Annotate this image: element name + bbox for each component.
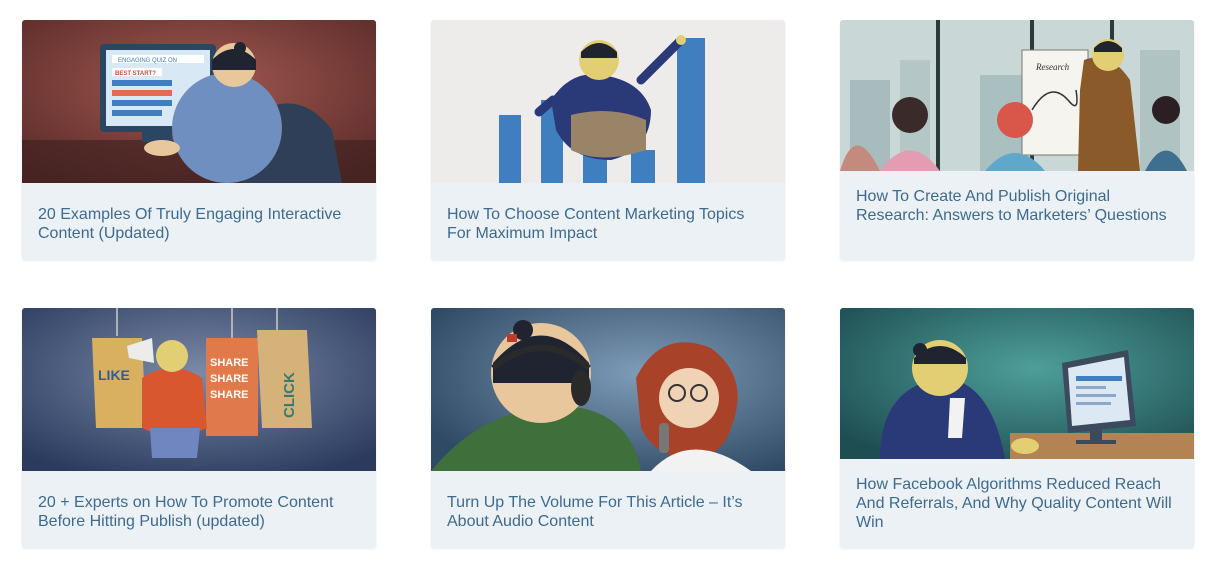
- article-title[interactable]: How Facebook Algorithms Reduced Reach An…: [856, 475, 1180, 532]
- article-thumbnail-person-at-computer[interactable]: ENGAGING QUIZ ON BEST START?: [22, 20, 376, 183]
- article-title[interactable]: 20 + Experts on How To Promote Content B…: [38, 493, 362, 531]
- screen-text-1: ENGAGING QUIZ ON: [118, 58, 177, 64]
- article-card-1[interactable]: ENGAGING QUIZ ON BEST START? 20 Examples…: [22, 20, 376, 260]
- podcast-interview-illustration: [431, 308, 785, 471]
- megaphone-share-tags-illustration: LIKE SHARE SHARE SHARE CLICK: [22, 308, 376, 471]
- tag-like: LIKE: [98, 367, 130, 383]
- article-thumbnail-bar-chart[interactable]: [431, 20, 785, 183]
- tag-share-3: SHARE: [210, 389, 249, 401]
- screen-text-2: BEST START?: [115, 71, 156, 77]
- article-card-2[interactable]: How To Choose Content Marketing Topics F…: [431, 20, 785, 260]
- article-card-6[interactable]: How Facebook Algorithms Reduced Reach An…: [840, 308, 1194, 548]
- article-thumbnail-presentation[interactable]: Research: [840, 20, 1194, 171]
- person-climbing-bar-chart-illustration: [431, 20, 785, 183]
- article-thumbnail-facebook[interactable]: [840, 308, 1194, 459]
- tag-share-1: SHARE: [210, 357, 249, 369]
- article-card-3[interactable]: Research How To Create And Publish Origi…: [840, 20, 1194, 260]
- article-thumbnail-audio[interactable]: [431, 308, 785, 471]
- article-card-4[interactable]: LIKE SHARE SHARE SHARE CLICK 20 + Expert…: [22, 308, 376, 548]
- tag-share-2: SHARE: [210, 373, 249, 385]
- presentation-to-audience-illustration: Research: [840, 20, 1194, 171]
- person-viewing-monitor-illustration: [840, 308, 1194, 459]
- board-title: Research: [1035, 62, 1070, 72]
- article-title[interactable]: Turn Up The Volume For This Article – It…: [447, 493, 771, 531]
- person-at-computer-illustration: ENGAGING QUIZ ON BEST START?: [22, 20, 376, 183]
- article-card-5[interactable]: Turn Up The Volume For This Article – It…: [431, 308, 785, 548]
- article-title[interactable]: How To Choose Content Marketing Topics F…: [447, 205, 771, 243]
- article-thumbnail-promote[interactable]: LIKE SHARE SHARE SHARE CLICK: [22, 308, 376, 471]
- tag-click: CLICK: [281, 372, 298, 418]
- article-title[interactable]: How To Create And Publish Original Resea…: [856, 187, 1180, 225]
- article-title[interactable]: 20 Examples Of Truly Engaging Interactiv…: [38, 205, 362, 243]
